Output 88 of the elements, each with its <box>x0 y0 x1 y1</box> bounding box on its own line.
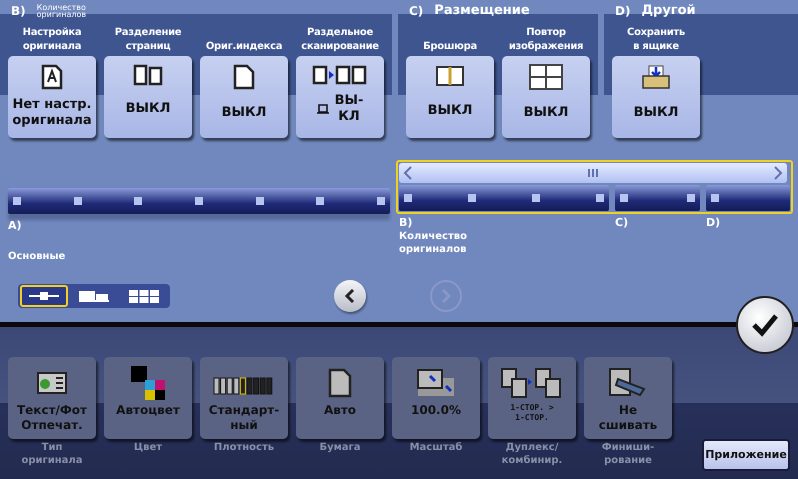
setting-value: Авто <box>324 403 356 418</box>
marker-icon <box>194 197 203 205</box>
marker-icon <box>134 197 142 205</box>
option-caption: Раздельное сканирование <box>301 26 379 54</box>
page-icon <box>233 64 255 90</box>
view-mode-button[interactable] <box>20 285 68 307</box>
marker-icon <box>711 194 719 202</box>
option-value: Нет настр. оригинала <box>12 97 92 129</box>
setting-label: Цвет <box>134 441 162 454</box>
group-title: Другой <box>641 4 696 17</box>
segment-name: Количество оригиналов <box>399 230 468 256</box>
segment-label: C) <box>615 216 630 230</box>
navigator-segment[interactable] <box>399 185 609 211</box>
segment-name: Основные <box>8 250 66 264</box>
option-button[interactable]: ВЫКЛ <box>200 56 288 138</box>
stapler-icon <box>608 367 648 399</box>
color-squares-icon <box>131 366 165 400</box>
marker-icon <box>256 197 264 205</box>
option-button[interactable]: ВЫКЛ <box>502 56 590 138</box>
setting-value: Не сшивать <box>598 403 658 433</box>
marker-icon <box>532 194 540 202</box>
duplex-icon <box>500 367 564 399</box>
option-caption: Брошюра <box>423 40 477 54</box>
segment-label: A) <box>8 218 23 234</box>
option-value: ВЫКЛ <box>126 101 170 117</box>
option-button[interactable]: ВЫКЛ <box>406 56 494 138</box>
option-value: ВЫ- КЛ <box>334 93 364 125</box>
setting-label: Тип оригинала <box>22 441 82 467</box>
navigator-segment[interactable] <box>706 185 790 211</box>
setting-label: Дуплекс/ комбинир. <box>502 441 562 467</box>
setting-value: Стандарт- ный <box>208 403 280 433</box>
navigator-segment[interactable] <box>615 185 700 211</box>
marker-icon <box>376 197 385 205</box>
slider-icon <box>29 291 59 301</box>
marker-icon <box>468 194 476 202</box>
group-letter: D) <box>614 4 632 18</box>
option-value: ВЫКЛ <box>222 105 266 121</box>
setting-label: Бумага <box>319 441 361 454</box>
group-letter: C) <box>408 4 424 18</box>
option-button[interactable]: Нет настр. оригинала <box>8 56 96 138</box>
setting-label: Финиши- рование <box>602 441 654 467</box>
grip-icon <box>588 169 598 177</box>
document-icon <box>41 64 63 90</box>
checkmark-icon <box>751 313 779 337</box>
option-caption: Повтор изображения <box>508 26 584 54</box>
setting-value: Автоцвет <box>116 403 180 418</box>
option-value: ВЫКЛ <box>428 103 472 119</box>
option-button[interactable]: ВЫ- КЛ <box>296 56 384 138</box>
group-title: Размещение <box>434 4 530 17</box>
segment-label: B) <box>399 216 414 230</box>
navigator-segment[interactable] <box>8 188 390 214</box>
setting-label: Плотность <box>214 441 274 454</box>
setting-label: Масштаб <box>410 441 462 454</box>
option-value: ВЫКЛ <box>524 105 568 121</box>
group-letter: B) <box>10 4 27 18</box>
setting-value: 1-СТОР. > 1-СТОР. <box>510 403 554 423</box>
zoom-icon <box>416 368 456 398</box>
grid-icon <box>529 64 563 90</box>
segment-label: D) <box>706 216 722 230</box>
option-caption: Ориг.индекса <box>206 40 282 54</box>
chevron-right-icon <box>440 289 452 303</box>
tray-icon <box>316 104 329 114</box>
pages-icon <box>312 64 368 86</box>
option-button[interactable]: ВЫКЛ <box>104 56 192 138</box>
option-caption: Настройка оригинала <box>22 26 82 54</box>
option-caption: Разделение страниц <box>114 26 182 54</box>
setting-value: Текст/Фот Отпечат. <box>16 403 88 433</box>
marker-icon <box>316 197 324 205</box>
previous-button[interactable] <box>334 280 366 312</box>
marker-icon <box>74 197 82 205</box>
group-title: Количество оригиналов <box>36 4 86 18</box>
pages-icon <box>133 64 163 86</box>
chevron-left-icon <box>344 289 356 303</box>
marker-icon <box>687 194 695 202</box>
marker-icon <box>13 197 21 205</box>
option-caption: Сохранить в ящике <box>627 26 685 54</box>
option-button[interactable]: ВЫКЛ <box>612 56 700 138</box>
application-button[interactable]: Приложение <box>702 439 790 471</box>
scrollbar[interactable] <box>399 163 787 183</box>
setting-value: 100.0% <box>411 403 461 418</box>
marker-icon <box>404 194 412 202</box>
grid-icon <box>129 290 159 302</box>
marker-icon <box>596 194 604 202</box>
page-icon <box>328 368 352 398</box>
option-value: ВЫКЛ <box>634 105 678 121</box>
marker-icon <box>620 194 628 202</box>
tray-icon <box>641 64 671 90</box>
cards-icon <box>79 290 109 302</box>
